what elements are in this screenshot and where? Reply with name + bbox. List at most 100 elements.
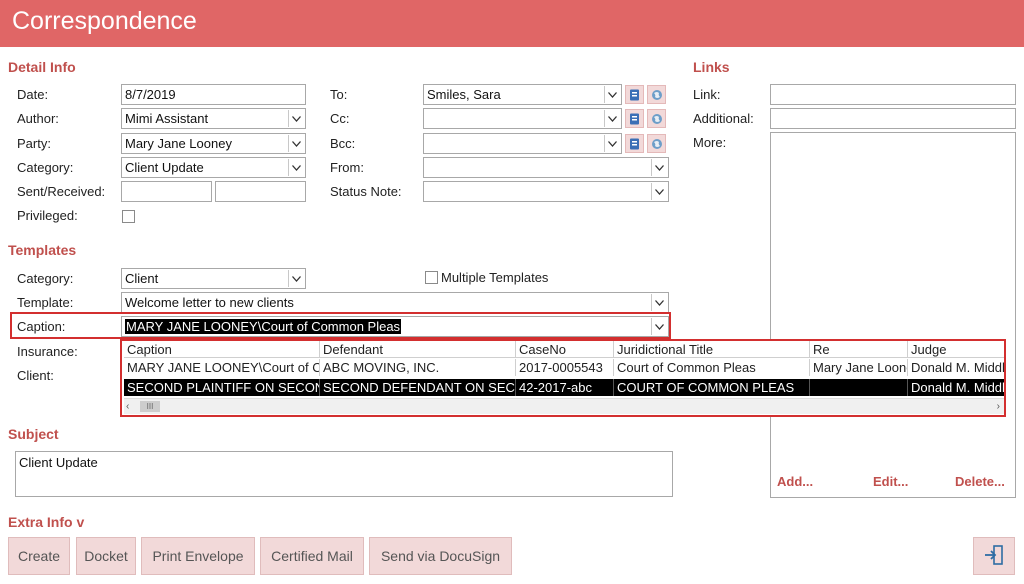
party-select[interactable]: Mary Jane Looney (121, 133, 306, 154)
bcc-select[interactable] (423, 133, 622, 154)
link-input[interactable] (770, 84, 1016, 105)
insurance-label: Insurance: (17, 344, 78, 359)
from-label: From: (330, 160, 364, 175)
docket-button[interactable]: Docket (76, 537, 136, 575)
to-value: Smiles, Sara (427, 87, 501, 102)
cc-select[interactable] (423, 108, 622, 129)
grid-cell-juridictional-title: Court of Common Pleas (614, 359, 810, 376)
chevron-down-icon[interactable] (604, 86, 620, 103)
grid-header-re[interactable]: Re (810, 341, 908, 358)
additional-input[interactable] (770, 108, 1016, 129)
client-label: Client: (17, 368, 54, 383)
date-input[interactable]: 8/7/2019 (121, 84, 306, 105)
grid-cell-caption: MARY JANE LOONEY\Court of Common Pleas (124, 359, 320, 376)
template-category-label: Category: (17, 271, 74, 286)
address-book-icon[interactable] (625, 134, 644, 153)
grid-header-caseno[interactable]: CaseNo (516, 341, 614, 358)
author-label: Author: (17, 111, 59, 126)
grid-cell-caseno: 42-2017-abc (516, 379, 614, 396)
author-value: Mimi Assistant (125, 111, 209, 126)
from-select[interactable] (423, 157, 669, 178)
create-button[interactable]: Create (8, 537, 70, 575)
bcc-label: Bcc: (330, 136, 356, 151)
section-subject: Subject (8, 426, 59, 442)
chevron-down-icon[interactable] (651, 294, 667, 311)
grid-cell-juridictional-title: COURT OF COMMON PLEAS (614, 379, 810, 396)
grid-cell-defendant: ABC MOVING, INC. (320, 359, 516, 376)
caption-label: Caption: (17, 319, 66, 334)
chevron-down-icon[interactable] (288, 135, 304, 152)
link-label: Link: (693, 87, 721, 102)
sent-input[interactable] (121, 181, 212, 202)
grid-cell-judge: Donald M. Middleton (911, 380, 1005, 395)
address-book-icon[interactable] (625, 85, 644, 104)
print-envelope-button[interactable]: Print Envelope (141, 537, 255, 575)
table-row[interactable]: MARY JANE LOONEY\Court of Common Pleas A… (124, 359, 1005, 376)
grid-header-juridictional-title[interactable]: Juridictional Title (614, 341, 810, 358)
status-note-label: Status Note: (330, 184, 402, 199)
scroll-right-icon[interactable]: › (997, 401, 1000, 412)
chevron-down-icon[interactable] (651, 159, 667, 176)
grid-cell-re (810, 379, 908, 396)
template-category-select[interactable]: Client (121, 268, 306, 289)
chevron-down-icon[interactable] (288, 159, 304, 176)
chevron-down-icon[interactable] (651, 318, 667, 335)
grid-cell-caption: SECOND PLAINTIFF ON SECOND CASE (124, 379, 320, 396)
address-book-icon[interactable] (625, 109, 644, 128)
chevron-down-icon[interactable] (651, 183, 667, 200)
chevron-down-icon[interactable] (604, 110, 620, 127)
grid-cell-judge: Donald M. Middleton (911, 360, 1005, 375)
send-docusign-button[interactable]: Send via DocuSign (369, 537, 512, 575)
scroll-left-icon[interactable]: ‹ (126, 401, 129, 412)
chevron-down-icon[interactable] (288, 270, 304, 287)
status-note-select[interactable] (423, 181, 669, 202)
grid-header-defendant[interactable]: Defendant (320, 341, 516, 358)
grid-cell-caseno: 2017-0005543 (516, 359, 614, 376)
edit-link-button[interactable]: Edit... (873, 474, 908, 489)
party-label: Party: (17, 136, 51, 151)
grid-header-caption[interactable]: Caption (124, 341, 320, 358)
additional-label: Additional: (693, 111, 754, 126)
globe-icon[interactable] (647, 109, 666, 128)
grid-horizontal-scrollbar[interactable]: ‹ III › (124, 398, 1004, 414)
received-input[interactable] (215, 181, 306, 202)
date-label: Date: (17, 87, 49, 102)
chevron-down-icon[interactable] (604, 135, 620, 152)
cc-label: Cc: (330, 111, 350, 126)
to-label: To: (330, 87, 348, 102)
grid-header-judge[interactable]: Judge (908, 341, 1004, 358)
caption-dropdown-grid[interactable]: Caption Defendant CaseNo Juridictional T… (120, 339, 1006, 417)
category-value: Client Update (125, 160, 204, 175)
section-extra-info[interactable]: Extra Info v (8, 514, 84, 530)
template-category-value: Client (125, 271, 159, 286)
certified-mail-button[interactable]: Certified Mail (260, 537, 364, 575)
section-links: Links (693, 59, 730, 75)
privileged-label: Privileged: (17, 208, 78, 223)
table-row-selected[interactable]: SECOND PLAINTIFF ON SECOND CASE SECOND D… (124, 379, 1005, 396)
section-detail-info: Detail Info (8, 59, 76, 75)
add-link-button[interactable]: Add... (777, 474, 813, 489)
subject-textarea[interactable]: Client Update (15, 451, 673, 497)
caption-select[interactable]: MARY JANE LOONEY\Court of Common Pleas (121, 316, 669, 337)
to-select[interactable]: Smiles, Sara (423, 84, 622, 105)
template-label: Template: (17, 295, 74, 310)
globe-icon[interactable] (647, 85, 666, 104)
category-label: Category: (17, 160, 74, 175)
exit-button[interactable] (973, 537, 1015, 575)
delete-link-button[interactable]: Delete... (955, 474, 1005, 489)
window-title: Correspondence (0, 0, 1024, 47)
chevron-down-icon[interactable] (288, 110, 304, 127)
party-value: Mary Jane Looney (125, 136, 232, 151)
globe-icon[interactable] (647, 134, 666, 153)
grid-cell-re: Mary Jane Looney (810, 359, 908, 376)
multiple-templates-checkbox[interactable] (425, 271, 438, 284)
privileged-checkbox[interactable] (122, 210, 135, 223)
more-list[interactable] (770, 132, 1016, 498)
grid-cell-defendant: SECOND DEFENDANT ON SECOND CASE (320, 379, 516, 396)
sent-received-label: Sent/Received: (17, 184, 106, 199)
template-select[interactable]: Welcome letter to new clients (121, 292, 669, 313)
scroll-thumb[interactable]: III (140, 401, 160, 412)
category-select[interactable]: Client Update (121, 157, 306, 178)
multiple-templates-label: Multiple Templates (441, 270, 549, 285)
author-select[interactable]: Mimi Assistant (121, 108, 306, 129)
